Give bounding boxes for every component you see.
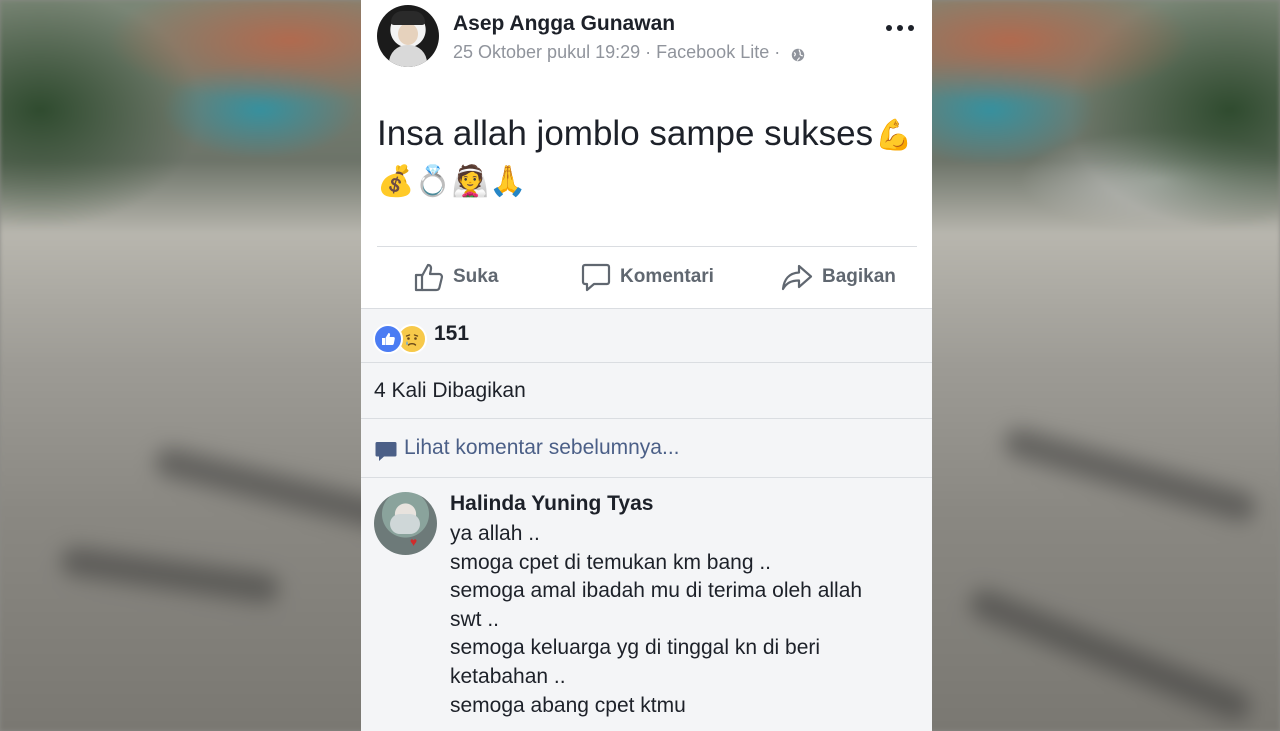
comment-icon xyxy=(581,263,611,292)
comment-line: semoga amal ibadah mu di terima oleh all… xyxy=(450,579,863,603)
commenter-name[interactable]: Halinda Yuning Tyas xyxy=(450,492,653,516)
like-button[interactable]: Suka xyxy=(413,247,498,307)
post-text: Insa allah jomblo sampe sukses💪💰💍👰🙏 xyxy=(377,112,917,204)
post-meta: 25 Oktober pukul 19:29 · Facebook Lite · xyxy=(453,42,805,63)
share-label: Bagikan xyxy=(822,266,896,287)
post-date[interactable]: 25 Oktober pukul 19:29 xyxy=(453,42,640,63)
post-source: Facebook Lite xyxy=(656,42,770,62)
reaction-count[interactable]: 151 xyxy=(434,322,469,346)
view-previous-comments-link[interactable]: Lihat komentar sebelumnya... xyxy=(404,436,679,460)
comment-text: ya allah .. smoga cpet di temukan km ban… xyxy=(450,520,910,720)
author-avatar[interactable] xyxy=(377,5,439,67)
view-previous-comments[interactable]: Lihat komentar sebelumnya... xyxy=(361,418,932,477)
post-header: Asep Angga Gunawan 25 Oktober pukul 19:2… xyxy=(361,0,932,80)
thumbs-up-icon xyxy=(414,263,444,292)
comment-line: ketabahan .. xyxy=(450,664,566,688)
comment-bubble-icon xyxy=(374,439,398,463)
comment-label: Komentari xyxy=(620,266,714,287)
comment-line: ya allah .. xyxy=(450,522,540,545)
post-text-content: Insa allah jomblo sampe sukses xyxy=(377,114,874,153)
more-options-icon[interactable] xyxy=(886,20,914,36)
like-reaction-icon xyxy=(373,324,403,354)
meta-separator: · xyxy=(774,42,781,62)
comment-line: swt .. xyxy=(450,607,500,631)
post-card: Asep Angga Gunawan 25 Oktober pukul 19:2… xyxy=(361,0,932,731)
commenter-avatar[interactable]: ♥ xyxy=(374,492,437,555)
comment-item: ♥ Halinda Yuning Tyas ya allah .. smoga … xyxy=(361,477,932,731)
comment-line: smoga cpet di temukan km bang .. xyxy=(450,550,771,574)
like-label: Suka xyxy=(453,266,499,287)
comment-line: semoga keluarga yg di tinggal kn di beri xyxy=(450,636,821,660)
author-name[interactable]: Asep Angga Gunawan xyxy=(453,12,675,36)
comment-line: semoga abang cpet ktmu xyxy=(450,693,686,717)
comment-button[interactable]: Komentari xyxy=(580,247,714,307)
share-button[interactable]: Bagikan xyxy=(780,247,896,307)
globe-icon xyxy=(791,46,805,61)
reactions-bar[interactable]: 151 xyxy=(361,308,932,362)
share-arrow-icon xyxy=(781,264,813,291)
shares-bar[interactable]: 4 Kali Dibagikan xyxy=(361,362,932,418)
share-count[interactable]: 4 Kali Dibagikan xyxy=(374,379,526,403)
meta-separator: · xyxy=(645,42,652,62)
action-bar: Suka Komentari Bagikan xyxy=(361,247,932,307)
